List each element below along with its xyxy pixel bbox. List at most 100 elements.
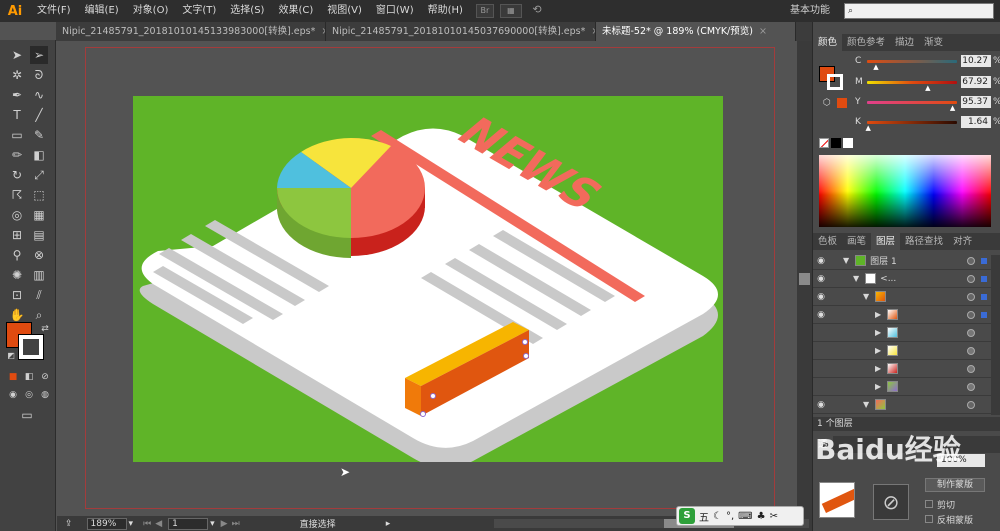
layers-scrollbar[interactable] (991, 255, 1000, 415)
black-slider[interactable] (867, 121, 957, 124)
curvature-tool-icon[interactable]: ∿ (30, 86, 48, 104)
visibility-eye-icon[interactable]: ◉ (813, 256, 829, 266)
prev-artboard-icon[interactable]: ◀ (155, 519, 162, 529)
expand-arrow-icon[interactable]: ▶ (875, 382, 881, 391)
share-icon[interactable]: ⇪ (65, 519, 73, 529)
draw-inside-icon[interactable]: ◍ (36, 386, 54, 404)
tab-align[interactable]: 对齐 (948, 233, 977, 250)
layer-target-icon[interactable] (967, 364, 975, 373)
pen-tool-icon[interactable]: ✒ (8, 86, 26, 104)
tab-swatches[interactable]: 色板 (813, 233, 842, 250)
mask-thumbnail-icon[interactable]: ⊘ (873, 484, 909, 520)
black-swatch[interactable] (831, 138, 841, 148)
screen-mode-icon[interactable]: ▭ (18, 406, 36, 424)
ime-toolbar[interactable]: S 五 ☾ °, ⌨ ♣ ✂ (676, 506, 804, 526)
layer-row-group[interactable]: ◉ ▼ <... (813, 270, 991, 288)
moon-icon[interactable]: ☾ (713, 511, 722, 522)
rectangle-tool-icon[interactable]: ▭ (8, 126, 26, 144)
workspace-switcher[interactable]: 基本功能 (790, 2, 830, 20)
artboard[interactable]: NEWS (133, 96, 723, 468)
artboard-tool-icon[interactable]: ⊡ (8, 286, 26, 304)
layer-name[interactable]: 图层 1 (870, 254, 897, 267)
tab-gradient[interactable]: 渐变 (919, 34, 948, 51)
layer-target-icon[interactable] (967, 346, 975, 355)
eyedropper-tool-icon[interactable]: ⚲ (8, 246, 26, 264)
slice-tool-icon[interactable]: ⫽ (30, 286, 48, 304)
menu-window[interactable]: 窗口(W) (369, 0, 421, 22)
tab-layers[interactable]: 图层 (871, 233, 901, 250)
layer-target-icon[interactable] (967, 382, 975, 391)
magenta-value[interactable]: 67.92 (961, 76, 991, 88)
black-slider-thumb[interactable]: ▲ (865, 124, 870, 132)
cyan-slider-thumb[interactable]: ▲ (873, 63, 878, 71)
menu-view[interactable]: 视图(V) (320, 0, 369, 22)
selection-tool-icon[interactable]: ➤ (8, 46, 26, 64)
layer-target-icon[interactable] (967, 292, 975, 301)
paintbrush-tool-icon[interactable]: ✎ (30, 126, 48, 144)
menu-select[interactable]: 选择(S) (223, 0, 271, 22)
vertical-scrollbar[interactable] (797, 41, 812, 516)
yellow-slider[interactable] (867, 101, 957, 104)
artboard-number-field[interactable]: 1 (168, 517, 209, 530)
lasso-tool-icon[interactable]: ᘐ (30, 66, 48, 84)
layer-row-top[interactable]: ◉ ▼ 图层 1 (813, 252, 991, 270)
expand-arrow-icon[interactable]: ▼ (843, 256, 849, 265)
none-swatch[interactable] (819, 138, 829, 148)
close-icon[interactable]: × (759, 22, 767, 41)
artboard-dropdown-icon[interactable]: ▾ (210, 519, 215, 529)
last-artboard-icon[interactable]: ⏭ (232, 519, 240, 529)
mesh-tool-icon[interactable]: ⊞ (8, 226, 26, 244)
none-mode-icon[interactable]: ⊘ (36, 368, 54, 386)
gradient-tool-icon[interactable]: ▤ (30, 226, 48, 244)
gamut-swatch[interactable] (837, 98, 847, 108)
line-tool-icon[interactable]: ╱ (30, 106, 48, 124)
sogou-ime-logo[interactable]: S (679, 508, 695, 524)
layer-row-item-4[interactable]: ▶ (813, 360, 991, 378)
layer-row-item-3[interactable]: ▶ (813, 342, 991, 360)
tab-document-1[interactable]: Nipic_21485791_20181010145133983000[转换].… (56, 22, 326, 41)
clip-checkbox[interactable] (925, 500, 933, 508)
tab-document-2[interactable]: Nipic_21485791_20181010145037690000[转换].… (326, 22, 596, 41)
punctuation-icon[interactable]: °, (726, 511, 734, 522)
expand-arrow-icon[interactable]: ▼ (863, 292, 869, 301)
arrange-documents-icon[interactable]: ▦ (499, 4, 522, 18)
yellow-slider-thumb[interactable]: ▲ (950, 104, 955, 112)
group-name[interactable]: <... (880, 274, 896, 284)
cyan-value[interactable]: 10.27 (961, 55, 991, 67)
layer-row-subgroup[interactable]: ◉ ▼ (813, 288, 991, 306)
panel-stroke-swatch[interactable] (827, 74, 843, 90)
keyboard-icon[interactable]: ⌨ (738, 511, 752, 522)
first-artboard-icon[interactable]: ⏮ (143, 519, 151, 529)
visibility-eye-icon[interactable]: ◉ (813, 274, 829, 284)
menu-file[interactable]: 文件(F) (30, 0, 78, 22)
tools-icon[interactable]: ✂ (770, 511, 778, 522)
warp-tool-icon[interactable]: ☈ (8, 186, 26, 204)
black-value[interactable]: 1.64 (961, 116, 991, 128)
layer-row-item-2[interactable]: ▶ (813, 324, 991, 342)
magenta-slider-thumb[interactable]: ▲ (925, 84, 930, 92)
gpu-icon[interactable]: ⟲ (528, 4, 546, 18)
canvas-area[interactable]: NEWS ➤ (57, 41, 797, 516)
status-menu-icon[interactable]: ▸ (386, 519, 391, 529)
column-graph-tool-icon[interactable]: ▥ (30, 266, 48, 284)
layer-target-icon[interactable] (967, 400, 975, 409)
layer-target-icon[interactable] (967, 310, 975, 319)
visibility-eye-icon[interactable]: ◉ (813, 310, 829, 320)
layer-target-icon[interactable] (967, 274, 975, 283)
help-search-input[interactable]: ⌕ (844, 3, 994, 19)
pencil-tool-icon[interactable]: ✏ (8, 146, 26, 164)
tab-pathfinder[interactable]: 路径查找 (900, 233, 948, 250)
ime-mode-label[interactable]: 五 (699, 509, 709, 524)
perspective-grid-tool-icon[interactable]: ▦ (30, 206, 48, 224)
layer-target-icon[interactable] (967, 328, 975, 337)
tab-color-guide[interactable]: 颜色参考 (842, 34, 890, 51)
eraser-tool-icon[interactable]: ◧ (30, 146, 48, 164)
expand-arrow-icon[interactable]: ▶ (875, 328, 881, 337)
zoom-dropdown-icon[interactable]: ▾ (129, 519, 134, 529)
menu-type[interactable]: 文字(T) (175, 0, 223, 22)
blend-tool-icon[interactable]: ⊗ (30, 246, 48, 264)
expand-arrow-icon[interactable]: ▶ (875, 310, 881, 319)
tab-stroke[interactable]: 描边 (890, 34, 919, 51)
default-colors-icon[interactable]: ◩ (2, 346, 20, 364)
menu-help[interactable]: 帮助(H) (421, 0, 470, 22)
